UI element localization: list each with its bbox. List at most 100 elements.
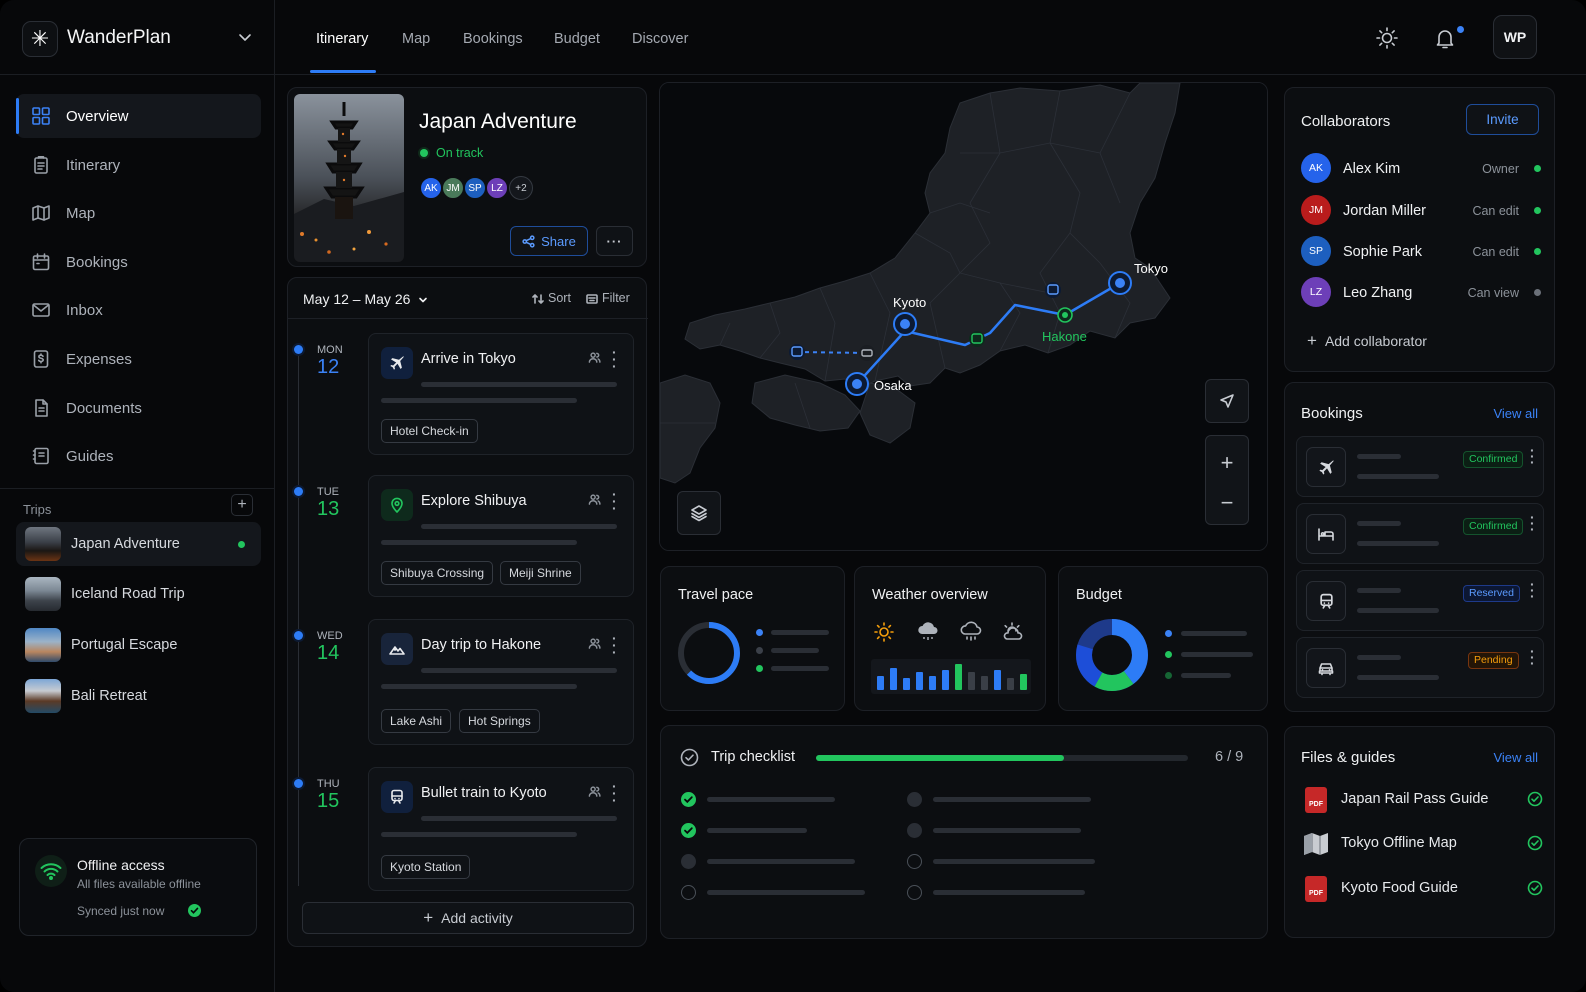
kebab-menu-icon[interactable]: · · · (1530, 577, 1535, 603)
tokyo-marker[interactable] (1108, 271, 1132, 295)
activity-tag[interactable]: Shibuya Crossing (381, 561, 494, 585)
sidebar-item-itinerary[interactable]: Itinerary (16, 143, 261, 187)
trip-item-japan[interactable]: Japan Adventure (16, 522, 261, 566)
sort-button[interactable]: Sort (532, 291, 571, 305)
files-view-all-link[interactable]: View all (1493, 750, 1538, 765)
sidebar-item-guides[interactable]: Guides (16, 434, 261, 478)
avatar[interactable]: JM (441, 176, 465, 200)
kyoto-marker[interactable] (893, 312, 917, 336)
file-item[interactable]: PDF Japan Rail Pass Guide (1301, 785, 1543, 815)
add-trip-button[interactable]: + (231, 494, 253, 516)
activity-card[interactable]: Explore Shibuya · · · Shibuya Crossing Mei… (368, 475, 634, 597)
activity-tag[interactable]: Meiji Shrine (500, 561, 581, 585)
logo-icon[interactable]: ✳ (22, 21, 58, 57)
activity-tag[interactable]: Hotel Check-in (381, 419, 478, 443)
collaborator-role[interactable]: Can edit (1472, 204, 1519, 218)
trip-item-portugal[interactable]: Portugal Escape (16, 623, 261, 667)
locate-button[interactable] (1205, 379, 1249, 423)
people-icon[interactable] (588, 637, 601, 650)
tab-bookings[interactable]: Bookings (463, 31, 523, 47)
sidebar-item-map[interactable]: Map (16, 191, 261, 235)
more-options-button[interactable]: ··· (596, 226, 633, 256)
sidebar-item-inbox[interactable]: Inbox (16, 288, 261, 332)
kebab-menu-icon[interactable]: · · · (1530, 510, 1535, 536)
collaborator-row[interactable]: AK Alex Kim Owner (1301, 153, 1543, 183)
date-range-picker[interactable]: May 12 – May 26 (303, 291, 428, 307)
train-marker[interactable] (969, 331, 985, 347)
collaborator-role[interactable]: Owner (1482, 162, 1519, 176)
unchecked-item-icon[interactable] (681, 885, 696, 900)
activity-tag[interactable]: Hot Springs (459, 709, 540, 733)
checked-item-icon[interactable] (681, 823, 696, 838)
checked-item-icon[interactable] (681, 792, 696, 807)
booking-item[interactable]: Reserved · · · (1296, 570, 1544, 631)
unchecked-item-icon[interactable] (907, 885, 922, 900)
booking-item[interactable]: Confirmed · · · (1296, 436, 1544, 497)
kebab-menu-icon[interactable]: · · · (612, 631, 617, 659)
file-item[interactable]: Tokyo Offline Map (1301, 829, 1543, 859)
map-card[interactable]: Kyoto Osaka Hakone Tokyo + − (659, 82, 1268, 551)
travel-pace-widget[interactable]: Travel pace (660, 566, 845, 711)
avatar[interactable]: SP (463, 176, 487, 200)
tab-map[interactable]: Map (402, 31, 430, 47)
tab-discover[interactable]: Discover (632, 31, 688, 47)
chevron-down-icon[interactable] (238, 30, 252, 44)
zoom-out-button[interactable]: − (1221, 492, 1234, 514)
tab-budget[interactable]: Budget (554, 31, 600, 47)
collaborator-role[interactable]: Can edit (1472, 245, 1519, 259)
pending-item-icon[interactable] (907, 792, 922, 807)
pending-item-icon[interactable] (907, 823, 922, 838)
people-icon[interactable] (588, 493, 601, 506)
add-collaborator-button[interactable]: + Add collaborator (1307, 331, 1427, 351)
bookings-view-all-link[interactable]: View all (1493, 406, 1538, 421)
people-icon[interactable] (588, 785, 601, 798)
trip-item-bali[interactable]: Bali Retreat (16, 674, 261, 718)
file-item[interactable]: PDF Kyoto Food Guide (1301, 874, 1543, 904)
tab-itinerary[interactable]: Itinerary (316, 31, 368, 47)
booking-item[interactable]: Confirmed · · · (1296, 503, 1544, 564)
hakone-marker[interactable] (1057, 307, 1073, 323)
activity-card[interactable]: Bullet train to Kyoto · · · Kyoto Station (368, 767, 634, 891)
kebab-menu-icon[interactable]: · · · (612, 487, 617, 515)
filter-button[interactable]: Filter (586, 291, 630, 305)
weather-widget[interactable]: Weather overview (854, 566, 1046, 711)
layers-button[interactable] (677, 491, 721, 535)
sidebar-item-overview[interactable]: Overview (16, 94, 261, 138)
kebab-menu-icon[interactable]: · · · (1530, 644, 1535, 670)
sidebar-item-expenses[interactable]: Expenses (16, 337, 261, 381)
budget-widget[interactable]: Budget (1058, 566, 1268, 711)
more-collaborators-badge[interactable]: +2 (509, 176, 533, 200)
trip-item-iceland[interactable]: Iceland Road Trip (16, 572, 261, 616)
zoom-in-button[interactable]: + (1221, 452, 1234, 474)
collaborator-row[interactable]: JM Jordan Miller Can edit (1301, 195, 1543, 225)
people-icon[interactable] (588, 351, 601, 364)
collaborator-role[interactable]: Can view (1468, 286, 1519, 300)
osaka-marker[interactable] (845, 372, 869, 396)
kebab-menu-icon[interactable]: · · · (612, 779, 617, 807)
avatar[interactable]: AK (419, 176, 443, 200)
activity-card[interactable]: Day trip to Hakone · · · Lake Ashi Hot Spr… (368, 619, 634, 745)
invite-button[interactable]: Invite (1466, 104, 1539, 135)
japan-map[interactable]: Kyoto Osaka Hakone Tokyo (660, 83, 1268, 551)
booking-item[interactable]: Pending · · · (1296, 637, 1544, 698)
car-marker[interactable] (859, 345, 875, 361)
activity-tag[interactable]: Kyoto Station (381, 855, 471, 879)
sun-icon[interactable] (1375, 26, 1399, 50)
user-avatar[interactable]: WP (1493, 15, 1537, 59)
activity-tag[interactable]: Lake Ashi (381, 709, 452, 733)
add-activity-button[interactable]: + Add activity (302, 902, 634, 934)
share-button[interactable]: Share (510, 226, 588, 256)
sidebar-item-documents[interactable]: Documents (16, 386, 261, 430)
sidebar-item-bookings[interactable]: Bookings (16, 240, 261, 284)
kebab-menu-icon[interactable]: · · · (612, 345, 617, 373)
collaborator-row[interactable]: LZ Leo Zhang Can view (1301, 277, 1543, 307)
kebab-menu-icon[interactable]: · · · (1530, 443, 1535, 469)
avatar[interactable]: LZ (485, 176, 509, 200)
activity-card[interactable]: Arrive in Tokyo · · · Hotel Check-in (368, 333, 634, 455)
bell-icon[interactable] (1433, 26, 1457, 50)
bus-marker[interactable] (1045, 282, 1061, 298)
collaborator-row[interactable]: SP Sophie Park Can edit (1301, 236, 1543, 266)
pending-item-icon[interactable] (681, 854, 696, 869)
unchecked-item-icon[interactable] (907, 854, 922, 869)
bus-marker[interactable] (789, 344, 805, 360)
